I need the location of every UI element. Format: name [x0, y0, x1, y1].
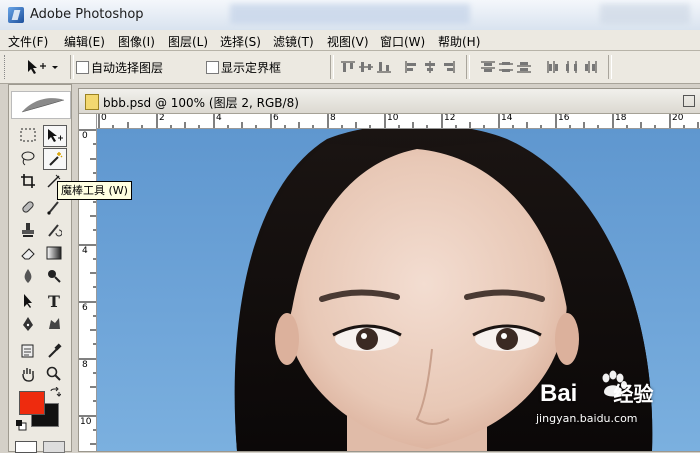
menu-file[interactable]: 文件(F) — [8, 33, 48, 50]
horizontal-ruler[interactable]: 0 2 4 6 8 10 12 14 16 18 20 — [97, 114, 700, 129]
distribute-right-icon[interactable] — [582, 60, 598, 74]
show-bounds-checkbox[interactable] — [206, 61, 219, 74]
menu-window[interactable]: 窗口(W) — [380, 33, 425, 50]
menu-layer[interactable]: 图层(L) — [168, 33, 208, 50]
ruler-label: 16 — [558, 114, 570, 123]
ruler-label: 8 — [82, 360, 88, 370]
baidu-paw-icon — [602, 370, 627, 397]
standard-mode-button[interactable] — [15, 441, 37, 453]
blurred-tab-area — [230, 4, 470, 24]
healing-brush-tool-icon[interactable] — [17, 197, 39, 217]
show-bounds-label: 显示定界框 — [221, 61, 282, 75]
align-bottom-icon[interactable] — [376, 60, 392, 74]
ruler-label: 20 — [672, 114, 684, 123]
document-title: bbb.psd @ 100% (图层 2, RGB/8) — [103, 96, 299, 110]
ruler-label: 0 — [101, 114, 107, 123]
menu-help[interactable]: 帮助(H) — [438, 33, 480, 50]
custom-shape-tool-icon[interactable] — [43, 314, 65, 334]
foreground-color-swatch[interactable] — [19, 391, 45, 415]
tools-header-feather-icon — [11, 91, 71, 119]
options-bar: 自动选择图层 显示定界框 — [0, 51, 700, 84]
ruler-origin[interactable] — [79, 114, 97, 129]
pen-tool-icon[interactable] — [17, 314, 39, 334]
dodge-tool-icon[interactable] — [43, 266, 65, 286]
menu-select[interactable]: 选择(S) — [220, 33, 261, 50]
options-separator — [608, 55, 612, 79]
window-title: Adobe Photoshop — [30, 7, 144, 22]
watermark-brand-bai: Bai — [540, 380, 578, 407]
align-right-icon[interactable] — [440, 60, 456, 74]
watermark-url: jingyan.baidu.com — [536, 412, 638, 425]
ruler-ticks — [98, 114, 699, 128]
options-separator — [330, 55, 334, 79]
menu-edit[interactable]: 编辑(E) — [64, 33, 105, 50]
document-titlebar[interactable]: bbb.psd @ 100% (图层 2, RGB/8) — [79, 89, 700, 114]
move-tool-preset-icon[interactable] — [26, 58, 60, 76]
ruler-label: 12 — [444, 114, 456, 123]
ruler-label: 4 — [82, 246, 88, 256]
default-colors-icon[interactable] — [15, 419, 27, 431]
photoshop-app-icon — [8, 7, 24, 23]
ruler-label: 18 — [615, 114, 627, 123]
ruler-label: 2 — [159, 114, 165, 123]
ruler-label: 6 — [273, 114, 279, 123]
magic-wand-tool-icon[interactable] — [43, 148, 67, 170]
eraser-tool-icon[interactable] — [17, 243, 39, 263]
path-selection-tool-icon[interactable] — [17, 291, 39, 311]
ruler-label: 8 — [330, 114, 336, 123]
menu-image[interactable]: 图像(I) — [118, 33, 155, 50]
blur-tool-icon[interactable] — [17, 266, 39, 286]
ruler-label: 0 — [82, 131, 88, 141]
align-left-icon[interactable] — [404, 60, 420, 74]
auto-select-label: 自动选择图层 — [91, 61, 164, 75]
options-grip[interactable] — [4, 55, 8, 79]
ruler-label: 10 — [80, 417, 92, 427]
baidu-jingyan-watermark: Bai 经验 jingyan.baidu.com — [536, 370, 653, 425]
options-separator — [70, 55, 74, 79]
ruler-label: 10 — [387, 114, 399, 123]
distribute-hcenter-icon[interactable] — [564, 60, 580, 74]
window-titlebar: Adobe Photoshop — [0, 0, 700, 31]
move-tool-icon[interactable] — [43, 125, 67, 147]
swap-colors-icon[interactable] — [49, 387, 61, 399]
brush-tool-icon[interactable] — [43, 197, 65, 217]
type-tool-icon[interactable]: T — [43, 291, 65, 311]
auto-select-checkbox[interactable] — [76, 61, 89, 74]
quick-mask-button[interactable] — [43, 441, 65, 453]
hand-tool-icon[interactable] — [17, 364, 39, 384]
history-brush-tool-icon[interactable] — [43, 220, 65, 240]
align-hcenter-icon[interactable] — [422, 60, 438, 74]
align-top-icon[interactable] — [340, 60, 356, 74]
distribute-top-icon[interactable] — [480, 60, 496, 74]
maximize-icon[interactable] — [683, 95, 695, 107]
psd-file-icon — [85, 94, 99, 110]
menu-bar: 文件(F) 编辑(E) 图像(I) 图层(L) 选择(S) 滤镜(T) 视图(V… — [0, 30, 700, 51]
notes-tool-icon[interactable] — [17, 341, 39, 361]
ruler-label: 14 — [501, 114, 513, 123]
distribute-left-icon[interactable] — [546, 60, 562, 74]
ruler-label: 6 — [82, 303, 88, 313]
blurred-tab-area-right — [600, 4, 690, 24]
lasso-tool-icon[interactable] — [17, 148, 39, 168]
crop-tool-icon[interactable] — [17, 171, 39, 191]
ruler-label: 4 — [216, 114, 222, 123]
vertical-ruler[interactable]: 0 2 4 6 8 10 — [79, 128, 97, 451]
distribute-vcenter-icon[interactable] — [498, 60, 514, 74]
ruler-ticks — [79, 129, 96, 445]
clone-stamp-tool-icon[interactable] — [17, 220, 39, 240]
gradient-tool-icon[interactable] — [43, 243, 65, 263]
eyedropper-tool-icon[interactable] — [43, 341, 65, 361]
tool-tooltip: 魔棒工具 (W) — [57, 181, 132, 200]
options-separator — [466, 55, 470, 79]
distribute-bottom-icon[interactable] — [516, 60, 532, 74]
menu-filter[interactable]: 滤镜(T) — [273, 33, 314, 50]
align-vcenter-icon[interactable] — [358, 60, 374, 74]
marquee-tool-icon[interactable] — [17, 125, 39, 145]
tools-panel: T — [8, 84, 72, 453]
menu-view[interactable]: 视图(V) — [327, 33, 369, 50]
zoom-tool-icon[interactable] — [43, 364, 65, 384]
